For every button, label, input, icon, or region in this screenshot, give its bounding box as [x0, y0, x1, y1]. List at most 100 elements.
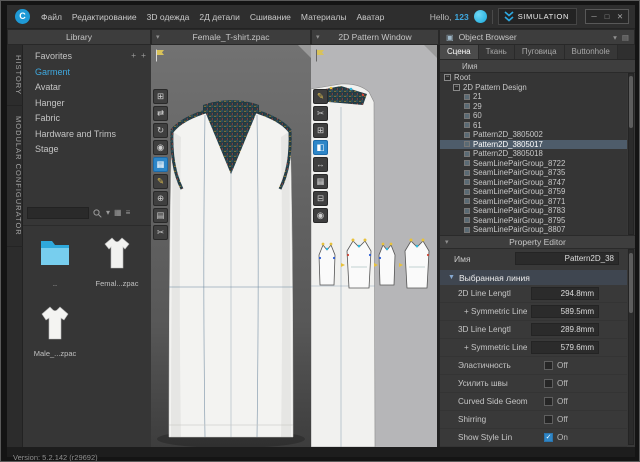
- tree-item[interactable]: 21: [440, 92, 627, 102]
- add-folder-icon[interactable]: +: [141, 50, 146, 60]
- viewport-tool-icon[interactable]: ⇄: [153, 106, 168, 121]
- tree-item[interactable]: 61: [440, 121, 627, 131]
- section-selected-line[interactable]: ▼ Выбранная линия: [440, 270, 627, 285]
- tree-item[interactable]: SeamLinePairGroup_8795: [440, 216, 627, 226]
- maximize-button[interactable]: □: [602, 11, 612, 22]
- tree-item[interactable]: 29: [440, 102, 627, 112]
- username-link[interactable]: 123: [455, 12, 469, 22]
- checkbox-unchecked[interactable]: [544, 397, 553, 406]
- viewport-tool-icon[interactable]: ⊞: [153, 89, 168, 104]
- search-filter-caret-icon[interactable]: ▾: [106, 207, 110, 219]
- 3d-garment-viewport[interactable]: ⊞ ⇄ ↻ ◉ ▦ ✎ ⊕ ▤ ✂: [151, 45, 311, 447]
- tree-scrollbar[interactable]: [628, 73, 634, 235]
- tab-fabric[interactable]: Ткань: [479, 45, 515, 59]
- menu-3d-garment[interactable]: 3D одежда: [142, 12, 195, 22]
- checkbox-checked[interactable]: ✓: [544, 433, 553, 442]
- collapse-panel-icon[interactable]: ▾: [445, 238, 449, 246]
- viewport-flag-icon[interactable]: [155, 49, 166, 62]
- viewport-tool-icon[interactable]: ▦: [313, 174, 328, 189]
- viewport-tool-icon[interactable]: ▤: [153, 208, 168, 223]
- viewport-tool-icon[interactable]: ✂: [313, 106, 328, 121]
- library-item-hardware-and-trims[interactable]: Hardware and Trims: [23, 127, 151, 143]
- viewport-tool-icon[interactable]: ⊕: [153, 191, 168, 206]
- scrollbar-thumb[interactable]: [629, 76, 633, 128]
- menu-edit[interactable]: Редактирование: [67, 12, 142, 22]
- tab-history[interactable]: HISTORY: [7, 45, 23, 106]
- viewport-flag-icon[interactable]: [315, 49, 326, 62]
- tree-item[interactable]: SeamLinePairGroup_8783: [440, 206, 627, 216]
- property-value-field[interactable]: 579.6mm: [531, 341, 599, 354]
- tab-caret-icon[interactable]: ▾: [156, 33, 160, 41]
- viewport-tool-icon[interactable]: ⊟: [313, 191, 328, 206]
- tab-caret-icon[interactable]: ▾: [316, 33, 320, 41]
- library-item-stage[interactable]: Stage: [23, 142, 151, 158]
- panel-menu-icon[interactable]: ▤: [622, 33, 629, 42]
- minimize-button[interactable]: ─: [589, 11, 599, 22]
- viewport-tool-icon-active[interactable]: ◧: [313, 140, 328, 155]
- checkbox-unchecked[interactable]: [544, 379, 553, 388]
- checkbox-unchecked[interactable]: [544, 415, 553, 424]
- property-value-field[interactable]: 589.5mm: [531, 305, 599, 318]
- viewport-tool-icon[interactable]: ✎: [153, 174, 168, 189]
- add-favorite-icon[interactable]: +: [131, 50, 136, 60]
- tree-item[interactable]: SeamLinePairGroup_8735: [440, 168, 627, 178]
- viewport-tool-icon[interactable]: ✎: [313, 89, 328, 104]
- tree-item-2d-pattern-design[interactable]: −2D Pattern Design: [440, 83, 627, 93]
- library-item-fabric[interactable]: Fabric: [23, 111, 151, 127]
- tab-modular-configurator[interactable]: MODULAR CONFIGURATOR: [7, 106, 23, 247]
- tree-item[interactable]: SeamLinePairGroup_8771: [440, 197, 627, 207]
- tab-button[interactable]: Пуговица: [515, 45, 565, 59]
- section-collapse-icon[interactable]: ▼: [448, 274, 455, 281]
- property-value-field[interactable]: 294.8mm: [531, 287, 599, 300]
- tree-item[interactable]: SeamLinePairGroup_8747: [440, 178, 627, 188]
- list-view-icon[interactable]: ≡: [126, 207, 131, 219]
- tree-item[interactable]: SeamLinePairGroup_8722: [440, 159, 627, 169]
- tree-item[interactable]: SeamLinePairGroup_8807: [440, 225, 627, 235]
- tree-item[interactable]: Pattern2D_3805002: [440, 130, 627, 140]
- property-editor-scrollbar[interactable]: [628, 249, 634, 445]
- menu-materials[interactable]: Материалы: [296, 12, 352, 22]
- tree-item[interactable]: Pattern2D_3805018: [440, 149, 627, 159]
- viewport-tool-icon-active[interactable]: ▦: [153, 157, 168, 172]
- library-search-input[interactable]: [27, 207, 89, 219]
- checkbox-unchecked[interactable]: [544, 361, 553, 370]
- tab-buttonhole[interactable]: Buttonhole: [565, 45, 618, 59]
- connect-cloud-icon[interactable]: [474, 10, 487, 23]
- menu-file[interactable]: Файл: [36, 12, 67, 22]
- menu-avatar[interactable]: Аватар: [351, 12, 389, 22]
- app-logo-icon[interactable]: C: [15, 9, 30, 24]
- viewport-tool-icon[interactable]: ✂: [153, 225, 168, 240]
- library-file-female-tshirt[interactable]: Femal...zpac: [89, 233, 145, 297]
- tree-item-selected[interactable]: Pattern2D_3805017: [440, 140, 627, 150]
- tree-item[interactable]: SeamLinePairGroup_8759: [440, 187, 627, 197]
- viewport-corner-handle-icon[interactable]: [298, 45, 311, 58]
- close-button[interactable]: ✕: [615, 11, 625, 22]
- library-file-parent-folder[interactable]: ..: [27, 233, 83, 297]
- tab-2d-pattern-window[interactable]: ▾ 2D Pattern Window: [311, 29, 439, 45]
- tab-3d-garment[interactable]: ▾ Female_T-shirt.zpac: [151, 29, 311, 45]
- viewport-tool-icon[interactable]: ↻: [153, 123, 168, 138]
- simulation-button[interactable]: SIMULATION: [498, 8, 577, 25]
- menu-sewing[interactable]: Сшивание: [245, 12, 296, 22]
- property-value-field[interactable]: 289.8mm: [531, 323, 599, 336]
- name-value-field[interactable]: Pattern2D_38: [515, 252, 619, 265]
- expander-icon[interactable]: −: [444, 74, 451, 81]
- viewport-tool-icon[interactable]: ↔: [313, 157, 328, 172]
- search-icon[interactable]: [93, 209, 102, 218]
- 2d-pattern-viewport[interactable]: ✎ ✂ ⊞ ◧ ↔ ▦ ⊟ ◉: [311, 45, 439, 447]
- viewport-tool-icon[interactable]: ◉: [313, 208, 328, 223]
- grid-view-icon[interactable]: ▦: [114, 207, 122, 219]
- expander-icon[interactable]: −: [453, 84, 460, 91]
- tree-item[interactable]: 60: [440, 111, 627, 121]
- viewport-tool-icon[interactable]: ⊞: [313, 123, 328, 138]
- library-item-garment[interactable]: Garment: [23, 65, 151, 81]
- scrollbar-thumb[interactable]: [629, 253, 633, 313]
- viewport-corner-handle-icon[interactable]: [424, 45, 437, 58]
- library-item-hanger[interactable]: Hanger: [23, 96, 151, 112]
- library-item-avatar[interactable]: Avatar: [23, 80, 151, 96]
- tree-item-root[interactable]: −Root: [440, 73, 627, 83]
- library-file-male-tshirt[interactable]: Male_...zpac: [27, 303, 83, 367]
- collapse-panel-icon[interactable]: ▾: [613, 33, 617, 42]
- viewport-tool-icon[interactable]: ◉: [153, 140, 168, 155]
- tab-scene[interactable]: Сцена: [440, 45, 479, 59]
